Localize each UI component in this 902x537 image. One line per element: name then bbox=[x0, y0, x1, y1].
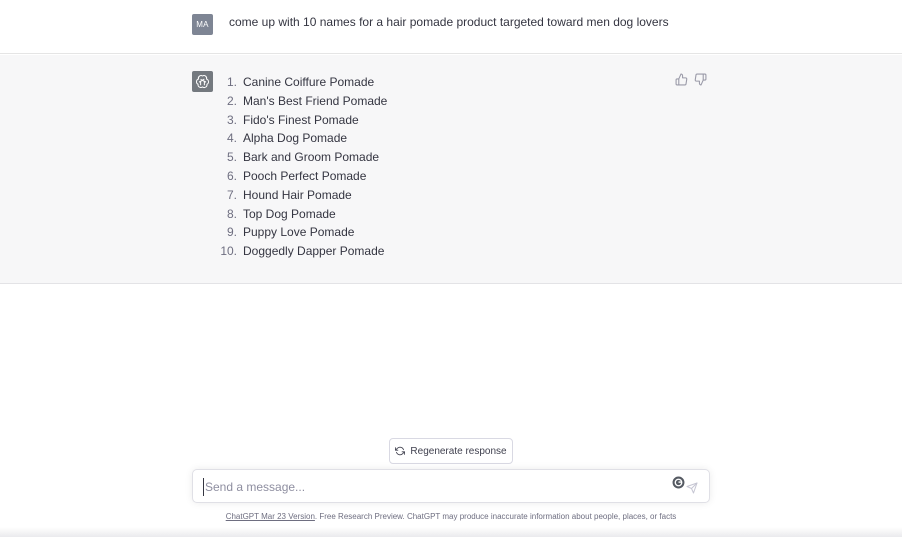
list-item: 9. Puppy Love Pomade bbox=[214, 223, 387, 242]
list-item-text: Top Dog Pomade bbox=[243, 206, 336, 221]
list-item: 8. Top Dog Pomade bbox=[214, 205, 387, 224]
user-avatar: MA bbox=[192, 14, 213, 35]
list-item-text: Fido's Finest Pomade bbox=[243, 112, 359, 127]
list-item-number: 5. bbox=[226, 150, 237, 165]
message-composer bbox=[192, 469, 710, 503]
openai-logo-icon bbox=[192, 71, 213, 92]
list-item-number: 7. bbox=[226, 187, 237, 202]
grammar-extension-icon[interactable] bbox=[672, 476, 685, 489]
assistant-message-row: 1. Canine Coiffure Pomade 2. Man's Best … bbox=[0, 55, 902, 284]
list-item: 5. Bark and Groom Pomade bbox=[214, 148, 387, 167]
message-input[interactable] bbox=[203, 478, 663, 496]
list-item-text: Pooch Perfect Pomade bbox=[243, 168, 367, 183]
list-item-text: Puppy Love Pomade bbox=[243, 225, 355, 240]
list-item-number: 3. bbox=[226, 112, 237, 127]
list-item: 3. Fido's Finest Pomade bbox=[214, 111, 387, 130]
footer-disclaimer: ChatGPT Mar 23 Version. Free Research Pr… bbox=[0, 512, 902, 521]
thumbs-down-button[interactable] bbox=[694, 73, 707, 86]
list-item: 2. Man's Best Friend Pomade bbox=[214, 92, 387, 111]
list-item-text: Bark and Groom Pomade bbox=[243, 150, 380, 165]
list-item: 6. Pooch Perfect Pomade bbox=[214, 167, 387, 186]
thumbs-down-icon[interactable] bbox=[694, 73, 707, 86]
list-item: 1. Canine Coiffure Pomade bbox=[214, 73, 387, 92]
user-message-text: come up with 10 names for a hair pomade … bbox=[229, 15, 669, 29]
list-item: 4. Alpha Dog Pomade bbox=[214, 129, 387, 148]
regenerate-response-button[interactable]: Regenerate response bbox=[389, 438, 513, 464]
user-message-row: MA come up with 10 names for a hair poma… bbox=[0, 0, 902, 54]
list-item-text: Hound Hair Pomade bbox=[243, 187, 352, 202]
response-list: 1. Canine Coiffure Pomade 2. Man's Best … bbox=[214, 73, 387, 261]
list-item-number: 8. bbox=[226, 206, 237, 221]
regenerate-label: Regenerate response bbox=[410, 445, 507, 457]
refresh-icon bbox=[395, 446, 406, 456]
list-item-number: 9. bbox=[226, 225, 237, 240]
send-icon[interactable] bbox=[686, 482, 698, 494]
disclaimer-text: . Free Research Preview. ChatGPT may pro… bbox=[314, 512, 677, 521]
list-item-text: Doggedly Dapper Pomade bbox=[243, 244, 385, 259]
list-item-text: Man's Best Friend Pomade bbox=[243, 93, 388, 108]
list-item-number: 6. bbox=[226, 168, 237, 183]
chat-page: MA come up with 10 names for a hair poma… bbox=[0, 0, 902, 537]
list-item-number: 10. bbox=[220, 244, 237, 259]
list-item-number: 4. bbox=[226, 131, 237, 146]
list-item: 7. Hound Hair Pomade bbox=[214, 186, 387, 205]
list-item: 10. Doggedly Dapper Pomade bbox=[214, 242, 387, 261]
list-item-text: Alpha Dog Pomade bbox=[243, 131, 348, 146]
list-item-text: Canine Coiffure Pomade bbox=[243, 75, 375, 89]
list-item-number: 1. bbox=[226, 75, 237, 89]
list-item-number: 2. bbox=[226, 93, 237, 108]
thumbs-up-icon[interactable] bbox=[675, 73, 688, 86]
thumbs-up-button[interactable] bbox=[675, 73, 688, 86]
bottom-shade bbox=[0, 527, 902, 537]
version-link[interactable]: ChatGPT Mar 23 Version bbox=[226, 512, 315, 521]
